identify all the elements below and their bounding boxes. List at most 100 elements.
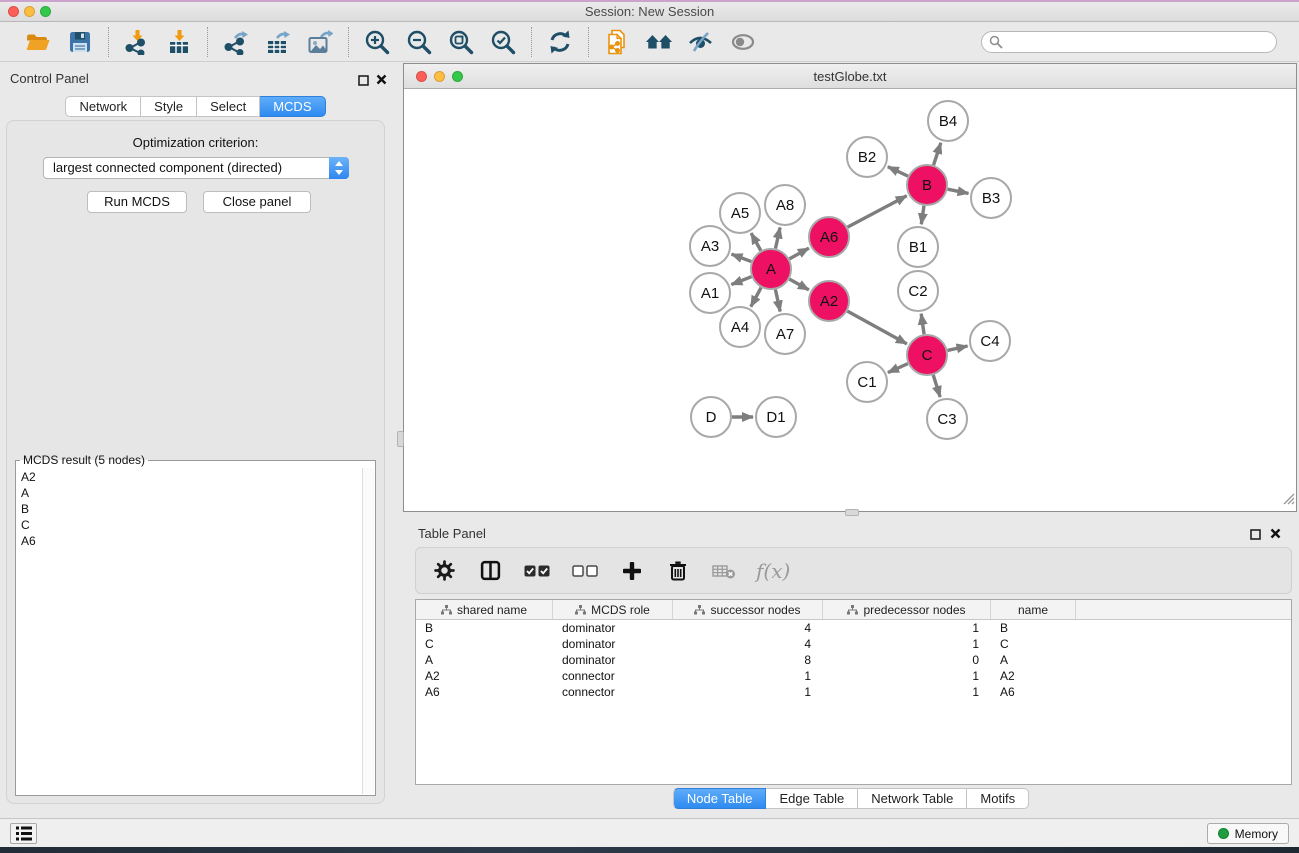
home-icon[interactable] [645, 28, 673, 56]
table-row[interactable]: Bdominator41B [416, 620, 1291, 636]
titlebar-accent-line [0, 0, 1299, 2]
hide-eye-icon[interactable] [687, 28, 715, 56]
tab-network-table[interactable]: Network Table [858, 788, 967, 809]
trash-icon[interactable] [664, 557, 692, 585]
float-panel-icon[interactable] [358, 73, 369, 91]
checked-boxes-icon[interactable] [522, 557, 552, 585]
mcds-result-fieldset: MCDS result (5 nodes) A2ABCA6 [15, 453, 376, 796]
table-toolbar: f(x) [415, 547, 1292, 594]
table-row[interactable]: A2connector11A2 [416, 668, 1291, 684]
mcds-result-item[interactable]: A2 [17, 469, 362, 485]
control-panel-title: Control Panel [10, 71, 89, 86]
network-window-titlebar[interactable]: testGlobe.txt [404, 64, 1296, 89]
eye-icon[interactable] [729, 28, 757, 56]
export-image-icon[interactable] [306, 28, 334, 56]
run-mcds-button[interactable]: Run MCDS [87, 191, 187, 213]
table-cell: connector [553, 684, 673, 700]
mcds-result-list: A2ABCA6 [17, 469, 362, 794]
tab-motifs[interactable]: Motifs [967, 788, 1029, 809]
edge-A-A4[interactable] [751, 288, 761, 307]
edge-C-C2[interactable] [921, 314, 924, 334]
edge-C-C4[interactable] [947, 346, 967, 350]
import-network-icon[interactable] [123, 28, 151, 56]
unchecked-boxes-icon[interactable] [570, 557, 600, 585]
zoom-out-icon[interactable] [405, 28, 433, 56]
mcds-result-scrollbar[interactable] [362, 468, 374, 794]
search-input[interactable] [981, 31, 1277, 53]
edge-A6-B[interactable] [848, 196, 907, 227]
table-row[interactable]: Adominator80A [416, 652, 1291, 668]
import-table-icon[interactable] [165, 28, 193, 56]
table-row[interactable]: Cdominator41C [416, 636, 1291, 652]
close-table-panel-icon[interactable] [1270, 526, 1281, 544]
mcds-result-item[interactable]: A [17, 485, 362, 501]
close-panel-icon[interactable] [376, 72, 387, 90]
column-header-successor-nodes[interactable]: successor nodes [673, 600, 823, 619]
mcds-result-item[interactable]: B [17, 501, 362, 517]
node-label-B: B [922, 177, 932, 194]
table-cell: 4 [673, 620, 823, 636]
edge-B-B4[interactable] [934, 143, 941, 165]
table-cell: 1 [823, 620, 991, 636]
tab-style[interactable]: Style [141, 96, 197, 117]
edge-A-A7[interactable] [775, 290, 780, 312]
tab-select[interactable]: Select [197, 96, 260, 117]
node-label-C2: C2 [908, 283, 927, 300]
zoom-fit-icon[interactable] [447, 28, 475, 56]
column-header-mcds-role[interactable]: MCDS role [553, 600, 673, 619]
refresh-icon[interactable] [546, 28, 574, 56]
column-header-shared-name[interactable]: shared name [416, 600, 553, 619]
table-cell: A [416, 652, 553, 668]
export-network-icon[interactable] [222, 28, 250, 56]
table-cell: A6 [991, 684, 1076, 700]
open-folder-icon[interactable] [24, 28, 52, 56]
export-table-icon[interactable] [264, 28, 292, 56]
table-cell: A [991, 652, 1076, 668]
column-header-name[interactable]: name [991, 600, 1076, 619]
float-table-panel-icon[interactable] [1250, 527, 1261, 545]
zoom-selected-icon[interactable] [489, 28, 517, 56]
app-titlebar: Session: New Session [0, 0, 1299, 22]
network-canvas[interactable]: B4B2BB3A5A8A6B1A3AA1C2A2A4A7C4CC1C3DD1 [404, 89, 1296, 511]
tab-network[interactable]: Network [65, 96, 141, 117]
task-history-button[interactable] [10, 823, 37, 844]
tab-node-table[interactable]: Node Table [673, 788, 767, 809]
splitter-handle-left[interactable] [397, 431, 404, 447]
edge-A-A8[interactable] [775, 227, 780, 248]
table-cell: B [416, 620, 553, 636]
edge-C-C1[interactable] [888, 364, 908, 373]
resize-grip-icon[interactable] [1281, 491, 1295, 510]
plus-icon[interactable] [618, 557, 646, 585]
edge-A2-C[interactable] [847, 311, 906, 344]
splitter-handle-bottom[interactable] [845, 509, 859, 516]
tab-mcds[interactable]: MCDS [260, 96, 325, 117]
node-label-A4: A4 [731, 319, 749, 336]
edge-A-A3[interactable] [732, 254, 752, 261]
split-column-icon[interactable] [476, 557, 504, 585]
edge-B-B2[interactable] [888, 167, 908, 176]
edge-A-A1[interactable] [731, 277, 751, 285]
table-cell: 0 [823, 652, 991, 668]
save-icon[interactable] [66, 28, 94, 56]
edge-A-A5[interactable] [751, 233, 761, 251]
edge-C-C3[interactable] [933, 375, 940, 397]
mcds-result-item[interactable]: C [17, 517, 362, 533]
table-cell: 1 [823, 668, 991, 684]
edge-A-A2[interactable] [789, 279, 808, 290]
optimization-criterion-select[interactable]: largest connected component (directed) [43, 157, 349, 179]
table-row[interactable]: A6connector11A6 [416, 684, 1291, 700]
table-cell: dominator [553, 620, 673, 636]
zoom-in-icon[interactable] [363, 28, 391, 56]
column-header-predecessor-nodes[interactable]: predecessor nodes [823, 600, 991, 619]
memory-button[interactable]: Memory [1207, 823, 1289, 844]
document-share-icon[interactable] [603, 28, 631, 56]
close-panel-button[interactable]: Close panel [203, 191, 311, 213]
table-cell: 1 [673, 668, 823, 684]
edge-A-A6[interactable] [789, 248, 808, 259]
gear-icon[interactable] [430, 557, 458, 585]
edge-B-B1[interactable] [921, 206, 924, 224]
memory-status-icon [1218, 828, 1229, 839]
edge-B-B3[interactable] [948, 189, 969, 193]
tab-edge-table[interactable]: Edge Table [766, 788, 858, 809]
mcds-result-item[interactable]: A6 [17, 533, 362, 549]
